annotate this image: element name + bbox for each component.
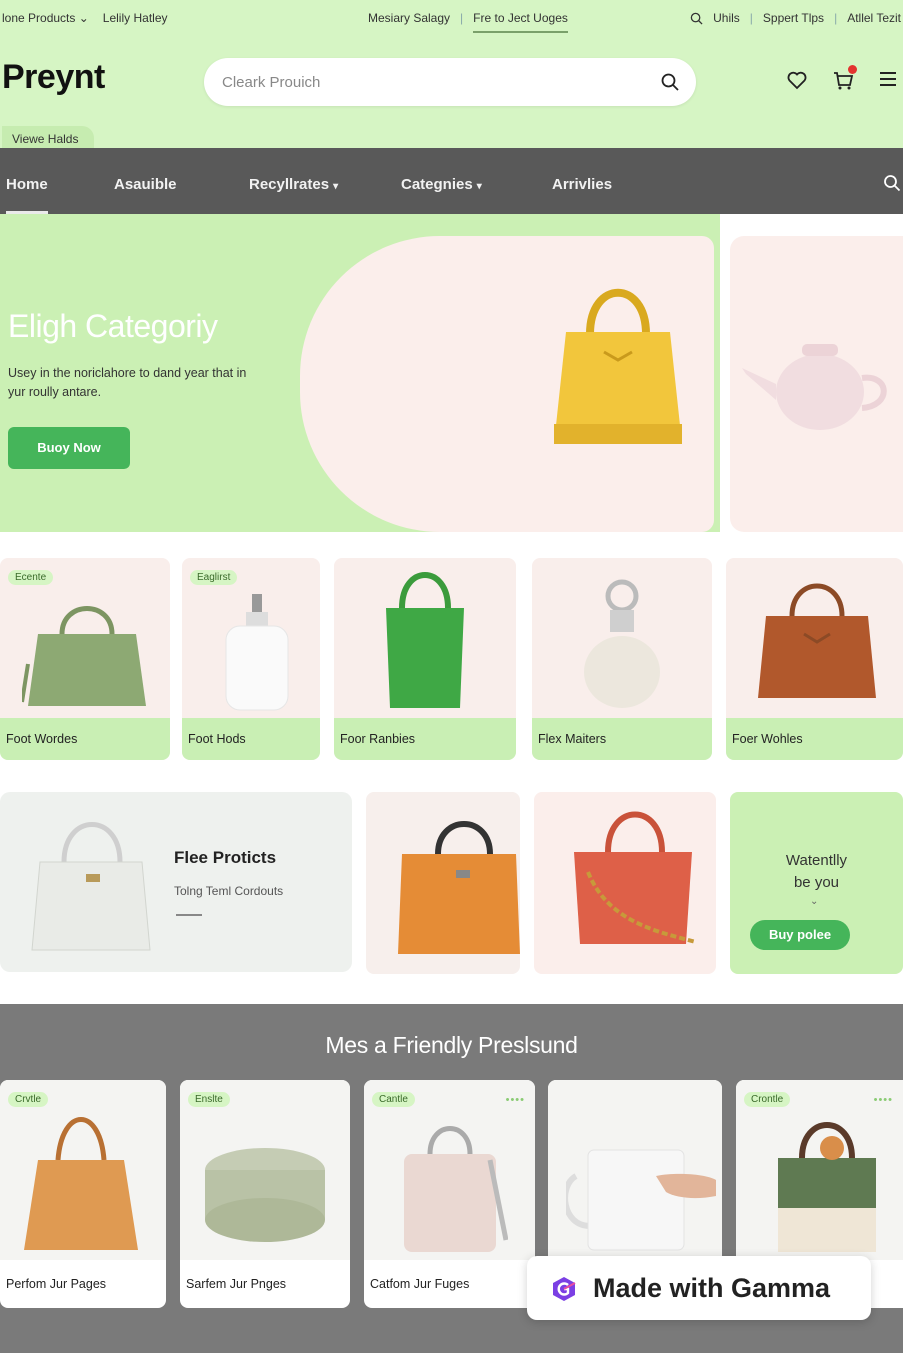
divider — [176, 914, 202, 916]
card-label: Perfom Jur Pages — [6, 1277, 107, 1291]
hero-description: Usey in the noriclahore to dand year tha… — [8, 366, 247, 399]
perfume-image — [584, 579, 660, 708]
chevron-down-icon: ⌄ — [78, 11, 89, 25]
product-label: Foot Hods — [182, 718, 320, 760]
white-bag-image — [31, 822, 151, 951]
divider: | — [749, 11, 753, 25]
card-tag: Crvtle — [8, 1092, 49, 1107]
section-card[interactable]: Cantle •••• Catfom Jur Fuges — [364, 1080, 535, 1308]
product-card[interactable]: Flex Maiters — [532, 558, 712, 760]
section-card[interactable]: Crvtle Perfom Jur Pages — [0, 1080, 166, 1308]
hero-banner: Eligh Categoriy Usey in the noriclahore … — [0, 214, 903, 534]
yellow-bag-image — [554, 288, 682, 444]
section-title: Mes a Friendly Preslsund — [325, 1032, 578, 1058]
buy-button[interactable]: Buy polee — [750, 920, 850, 950]
red-bag-image — [574, 811, 697, 944]
utility-link-4[interactable]: Fre to Ject Uoges — [473, 11, 568, 33]
search-icon[interactable] — [660, 72, 680, 92]
logo[interactable]: Preynt — [2, 58, 105, 97]
woven-bag-image — [24, 1117, 138, 1250]
feature-subtitle: Tolng Teml Cordouts — [174, 884, 284, 898]
mug-image — [566, 1149, 716, 1251]
featured-product-card[interactable]: Flee Proticts Tolng Teml Cordouts — [0, 792, 352, 972]
utility-link-6[interactable]: Sppert Tlps — [763, 11, 824, 25]
nav-item-5[interactable]: Arrivlies — [552, 148, 612, 214]
search-box — [204, 58, 696, 106]
card-tag: Crontle — [744, 1092, 791, 1107]
cart-icon[interactable] — [831, 65, 857, 92]
product-label: Foot Wordes — [0, 718, 170, 760]
gamma-logo-icon — [551, 1276, 577, 1302]
green-tote-image — [386, 572, 464, 708]
chevron-down-icon: ⌄ — [810, 896, 819, 907]
product-card[interactable] — [366, 792, 520, 974]
main-nav: Home Asauible Recyllrates ▾ Categnies ▾ Ar… — [0, 148, 903, 214]
bottle-image — [225, 594, 289, 711]
product-label: Flex Maiters — [532, 718, 712, 760]
product-tag: Ecente — [8, 570, 54, 585]
product-card[interactable]: Foer Wohles — [726, 558, 903, 760]
product-tag: Eaglirst — [190, 570, 238, 585]
view-tab[interactable]: Viewe Halds — [2, 126, 95, 148]
utility-link-5[interactable]: Uhils — [713, 11, 740, 25]
green-bag-image — [22, 606, 146, 706]
nav-item-home[interactable]: Home — [6, 148, 48, 214]
header-icons — [785, 65, 901, 92]
feature-title: Flee Proticts — [174, 848, 277, 867]
search-icon[interactable] — [690, 12, 703, 25]
nav-item-2[interactable]: Asauible — [114, 148, 177, 214]
made-with-gamma-badge[interactable]: Made with Gamma — [527, 1256, 871, 1320]
brown-bag-image — [758, 583, 876, 698]
menu-icon[interactable] — [877, 68, 901, 92]
search-icon[interactable] — [883, 174, 901, 192]
canvas-tote-image — [778, 1122, 876, 1252]
utility-bar: lone Products ⌄ Lelily Hatley Mesiary Sa… — [0, 0, 903, 36]
round-basket-image — [205, 1148, 325, 1242]
patterned-backpack-image — [404, 1126, 508, 1252]
card-tag: Enslte — [188, 1092, 230, 1107]
badge-text: Made with Gamma — [593, 1273, 831, 1303]
promo-text: Watentlly be you — [730, 850, 903, 894]
product-label: Foer Wohles — [726, 718, 903, 760]
promo-line-1: Watentlly — [785, 852, 848, 869]
card-label: Catfom Jur Fuges — [370, 1277, 470, 1291]
buy-now-button[interactable]: Buoy Now — [8, 427, 130, 469]
product-card[interactable]: Foor Ranbies — [334, 558, 516, 760]
search-input[interactable] — [222, 58, 642, 106]
utility-link-3[interactable]: Mesiary Salagy — [368, 11, 450, 33]
product-label: Foor Ranbies — [334, 718, 516, 760]
product-card[interactable] — [534, 792, 716, 974]
teapot-image — [742, 344, 887, 430]
nav-item-categories[interactable]: Categnies ▾ — [401, 148, 482, 214]
nav-item-3[interactable]: Recyllrates ▾ — [249, 148, 338, 214]
utility-link-products[interactable]: lone Products ⌄ — [2, 11, 89, 25]
utility-link-2[interactable]: Lelily Hatley — [103, 11, 168, 25]
promo-line-2: be you — [793, 874, 840, 891]
heart-icon[interactable] — [785, 68, 809, 92]
hero-title: Eligh Categoriy — [8, 308, 218, 344]
chevron-down-icon: ▾ — [476, 181, 482, 192]
utility-link-7[interactable]: Atllel Tezit — [847, 11, 901, 25]
section-card[interactable]: Enslte Sarfem Jur Pnges — [180, 1080, 350, 1308]
product-card[interactable]: Eaglirst Foot Hods — [182, 558, 320, 760]
card-label: Sarfem Jur Pnges — [186, 1277, 287, 1291]
chevron-down-icon: ▾ — [333, 181, 339, 192]
card-tag: Cantle — [372, 1092, 415, 1107]
more-icon[interactable]: •••• — [506, 1094, 525, 1106]
more-icon[interactable]: •••• — [874, 1094, 893, 1106]
divider: | — [834, 11, 838, 25]
divider: | — [460, 11, 464, 25]
orange-bag-image — [398, 821, 520, 954]
page: lone Products ⌄ Lelily Hatley Mesiary Sa… — [0, 0, 903, 1353]
header: Preynt Viewe Halds — [0, 36, 903, 148]
product-card[interactable]: Ecente Foot Wordes — [0, 558, 170, 760]
promo-card: Watentlly be you ⌄ Buy polee — [730, 792, 903, 974]
cart-badge — [848, 65, 857, 74]
